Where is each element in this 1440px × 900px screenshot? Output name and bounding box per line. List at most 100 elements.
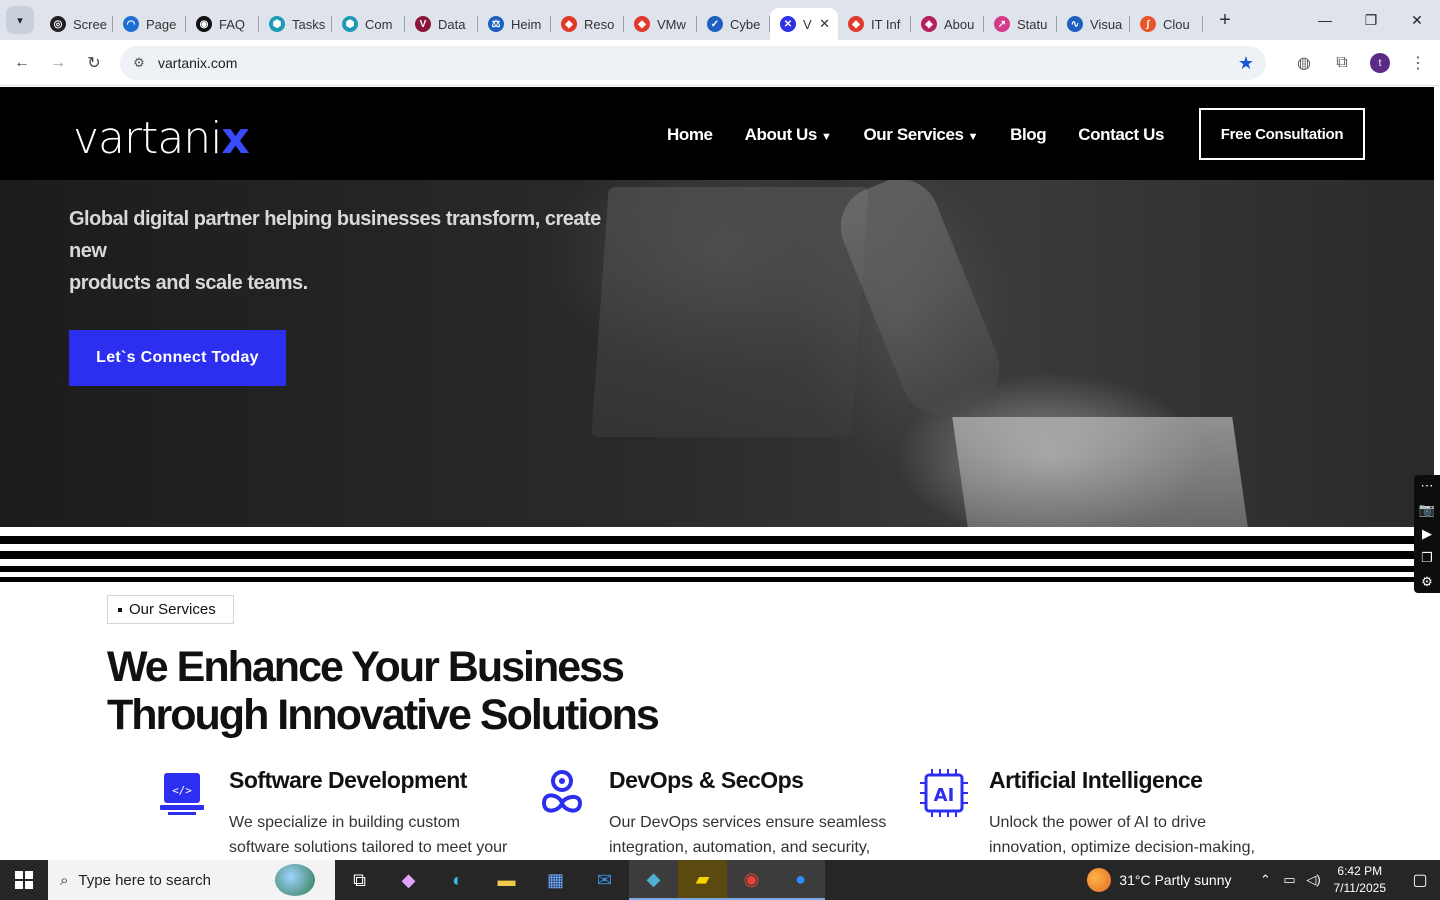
section-headline: We Enhance Your Business Through Innovat… bbox=[107, 643, 747, 739]
start-button[interactable] bbox=[0, 860, 48, 900]
browser-tab[interactable]: ◆ VMw bbox=[624, 8, 697, 40]
window-icon[interactable]: ❐ bbox=[1421, 550, 1433, 566]
zoom-icon[interactable]: ● bbox=[776, 860, 825, 900]
logo-accent: x bbox=[221, 113, 249, 164]
browser-tab[interactable]: ↗ Statu bbox=[984, 8, 1057, 40]
search-icon: ⌕ bbox=[60, 871, 69, 889]
lets-connect-button[interactable]: Let`s Connect Today bbox=[69, 330, 286, 386]
network-icon[interactable]: ▭ bbox=[1278, 872, 1302, 888]
weather-widget[interactable]: 31°C Partly sunny bbox=[1087, 868, 1232, 892]
tab-label: Tasks bbox=[292, 16, 326, 32]
free-consultation-button[interactable]: Free Consultation bbox=[1199, 108, 1365, 160]
browser-menu-icon[interactable]: ⋮ bbox=[1406, 46, 1430, 80]
svg-text:</>: </> bbox=[172, 784, 192, 797]
nav-contact[interactable]: Contact Us bbox=[1078, 125, 1164, 145]
mail-icon[interactable]: ✉ bbox=[580, 860, 629, 900]
clock-time: 6:42 PM bbox=[1337, 864, 1383, 878]
tab-label: Com bbox=[365, 16, 393, 32]
volume-icon[interactable]: ◁) bbox=[1302, 872, 1326, 888]
tab-label: VMw bbox=[657, 16, 686, 32]
reload-button[interactable]: ↻ bbox=[76, 45, 112, 81]
tab-favicon-icon: ↗ bbox=[994, 16, 1010, 32]
browser-tab[interactable]: ⚖ Heim bbox=[478, 8, 551, 40]
restore-button[interactable]: ❐ bbox=[1348, 0, 1394, 40]
chevron-up-icon[interactable]: ⌃ bbox=[1254, 872, 1278, 888]
windows-taskbar: ⌕ Type here to search ⧉ ◆ ◐ ▬ ▦ ✉ ◆ ▰ ◉ … bbox=[0, 860, 1440, 900]
task-view-icon[interactable]: ⧉ bbox=[335, 860, 384, 900]
browser-tab[interactable]: ◉ FAQ bbox=[186, 8, 259, 40]
tab-label: Statu bbox=[1017, 16, 1048, 32]
settings-icon[interactable]: ⚙ bbox=[1421, 574, 1433, 590]
sticky-notes-icon[interactable]: ▰ bbox=[678, 860, 727, 900]
video-icon[interactable]: ▶ bbox=[1422, 526, 1432, 542]
browser-tab[interactable]: ⬢ Com bbox=[332, 8, 405, 40]
nav-services[interactable]: Our Services ▼ bbox=[863, 125, 978, 145]
extensions-icon[interactable]: ⧉ bbox=[1330, 46, 1354, 80]
nav-home[interactable]: Home bbox=[667, 125, 713, 145]
logo-text: vartani bbox=[73, 113, 222, 164]
copilot-icon[interactable]: ◆ bbox=[384, 860, 433, 900]
hero-line-3: products and scale teams. bbox=[69, 272, 308, 294]
tab-label: FAQ bbox=[219, 16, 246, 32]
app-icon[interactable]: ◆ bbox=[629, 860, 678, 900]
minimize-button[interactable]: — bbox=[1302, 0, 1348, 40]
nav-about[interactable]: About Us ▼ bbox=[745, 125, 832, 145]
taskbar-search[interactable]: ⌕ Type here to search bbox=[48, 860, 335, 900]
new-tab-button[interactable]: + bbox=[1211, 6, 1239, 34]
tab-label: Clou bbox=[1163, 16, 1190, 32]
translate-icon[interactable]: ◍ bbox=[1292, 46, 1316, 80]
screen-capture-toolbar: ⋯ 📷 ▶ ❐ ⚙ bbox=[1414, 475, 1440, 593]
browser-tab[interactable]: ◈ Abou bbox=[911, 8, 984, 40]
headline-line-2: Through Innovative Solutions bbox=[107, 691, 660, 739]
hero-line-1: Global digital partner helping businesse… bbox=[69, 208, 601, 230]
tab-label: Scree bbox=[73, 16, 107, 32]
tab-favicon-icon: ⚖ bbox=[488, 16, 504, 32]
close-window-button[interactable]: ✕ bbox=[1394, 0, 1440, 40]
bullet-icon bbox=[118, 607, 122, 612]
url-text[interactable]: vartanix.com bbox=[158, 55, 237, 71]
clock[interactable]: 6:42 PM 7/11/2025 bbox=[1334, 863, 1387, 897]
tab-active[interactable]: ✕ V ✕ bbox=[770, 8, 838, 40]
tab-search-button[interactable]: ▾ bbox=[6, 6, 34, 34]
browser-tab[interactable]: ✓ Cybe bbox=[697, 8, 770, 40]
tab-favicon-icon: ◠ bbox=[123, 16, 139, 32]
eyebrow-label: Our Services bbox=[129, 601, 216, 618]
file-explorer-icon[interactable]: ▬ bbox=[482, 860, 531, 900]
tab-list: ◎ Scree ◠ Page ◉ FAQ ⬢ Tasks ⬢ Com V Data ⚖ Heim ◆ Reso… bbox=[40, 0, 1203, 40]
profile-button[interactable]: t bbox=[1368, 46, 1392, 80]
address-bar[interactable]: ⚙ vartanix.com ★ bbox=[120, 46, 1266, 80]
tab-favicon-icon: ⬢ bbox=[342, 16, 358, 32]
notifications-icon[interactable]: ▢ bbox=[1400, 870, 1440, 890]
tab-favicon-icon: ∫ bbox=[1140, 16, 1156, 32]
browser-tab[interactable]: ◎ Scree bbox=[40, 8, 113, 40]
browser-tab[interactable]: ◆ IT Inf bbox=[838, 8, 911, 40]
browser-tab[interactable]: ⬢ Tasks bbox=[259, 8, 332, 40]
browser-tab[interactable]: V Data bbox=[405, 8, 478, 40]
hero-background-laptop bbox=[591, 187, 869, 437]
more-icon[interactable]: ⋯ bbox=[1421, 478, 1434, 494]
browser-tab[interactable]: ∫ Clou bbox=[1130, 8, 1203, 40]
service-title: Artificial Intelligence bbox=[989, 767, 1203, 793]
service-title: Software Development bbox=[229, 767, 467, 793]
chrome-icon[interactable]: ◉ bbox=[727, 860, 776, 900]
forward-button[interactable]: → bbox=[40, 45, 76, 81]
back-button[interactable]: ← bbox=[4, 45, 40, 81]
tab-favicon-icon: ◆ bbox=[848, 16, 864, 32]
svg-text:AI: AI bbox=[934, 785, 955, 806]
close-tab-icon[interactable]: ✕ bbox=[819, 16, 830, 32]
site-info-icon[interactable]: ⚙ bbox=[128, 52, 150, 74]
tab-favicon-icon: ◈ bbox=[921, 16, 937, 32]
bookmark-star-icon[interactable]: ★ bbox=[1238, 53, 1254, 74]
tab-label: Page bbox=[146, 16, 177, 32]
service-description: We specialize in building custom softwar… bbox=[229, 814, 508, 856]
browser-tab[interactable]: ◆ Reso bbox=[551, 8, 624, 40]
tab-label: Heim bbox=[511, 16, 542, 32]
edge-icon[interactable]: ◐ bbox=[433, 860, 482, 900]
camera-icon[interactable]: 📷 bbox=[1419, 502, 1435, 518]
store-icon[interactable]: ▦ bbox=[531, 860, 580, 900]
vartanix-logo[interactable]: vartanix bbox=[73, 113, 250, 164]
browser-tab[interactable]: ◠ Page bbox=[113, 8, 186, 40]
browser-tab[interactable]: ∿ Visua bbox=[1057, 8, 1130, 40]
nav-blog[interactable]: Blog bbox=[1010, 125, 1047, 145]
toolbar-actions: ◍ ⧉ t ⋮ bbox=[1292, 46, 1430, 80]
